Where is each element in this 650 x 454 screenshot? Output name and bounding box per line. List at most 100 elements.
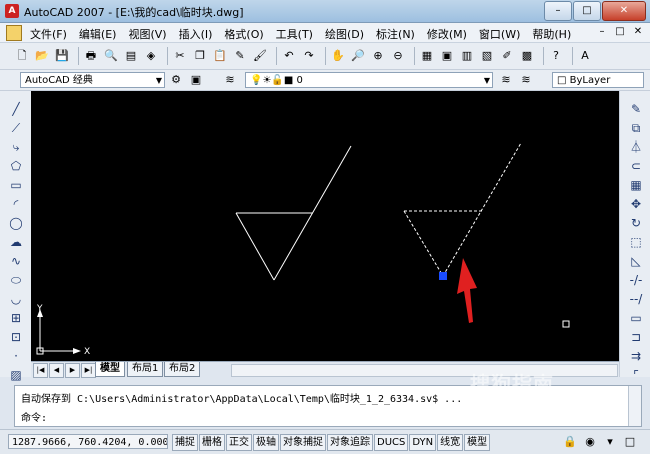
insert-block-icon[interactable]: ⊞ [8,310,24,326]
maximize-button[interactable]: □ [573,1,601,21]
layer-previous-icon[interactable]: ≋ [518,72,534,88]
scale-icon[interactable]: ⬚ [628,234,644,250]
toolpalettes-icon[interactable]: ▥ [459,48,475,64]
next-tab-button[interactable]: ▶ [65,363,80,378]
zoom-previous-icon[interactable]: ⊖ [390,48,406,64]
clean-screen-icon[interactable]: □ [622,434,638,450]
copy-object-icon[interactable]: ⧉ [628,120,644,136]
new-icon[interactable]: 🗋 [14,48,30,64]
spline-icon[interactable]: ∿ [8,253,24,269]
doc-close-button[interactable]: ✕ [630,25,646,39]
menu-window[interactable]: 窗口(W) [473,26,526,42]
menu-draw[interactable]: 绘图(D) [319,26,370,42]
paste-icon[interactable]: 📋 [212,48,228,64]
ellipse-arc-icon[interactable]: ◡ [8,291,24,307]
doc-restore-button[interactable]: □ [612,25,628,39]
grid-toggle[interactable]: 栅格 [199,434,225,451]
make-layer-current-icon[interactable]: ≋ [498,72,514,88]
selected-triangle-right[interactable] [442,142,522,277]
menu-modify[interactable]: 修改(M) [421,26,473,42]
ducs-toggle[interactable]: DUCS [374,434,409,451]
otrack-toggle[interactable]: 对象追踪 [327,434,373,451]
chamfer-icon[interactable]: ⇉ [628,348,644,364]
undo-icon[interactable]: ↶ [281,48,297,64]
circle-icon[interactable]: ◯ [8,215,24,231]
document-icon[interactable] [6,25,22,41]
tab-layout2[interactable]: 布局2 [164,362,201,377]
command-scrollbar[interactable] [628,386,641,426]
open-icon[interactable]: 📂 [34,48,50,64]
print-icon[interactable]: 🖶 [83,48,99,64]
fillet-icon[interactable]: ⌜ [628,367,644,383]
menu-insert[interactable]: 插入(I) [173,26,219,42]
prev-tab-button[interactable]: ◀ [49,363,64,378]
zoom-realtime-icon[interactable]: 🔎 [350,48,366,64]
menu-help[interactable]: 帮助(H) [526,26,577,42]
sheetset-icon[interactable]: ▧ [479,48,495,64]
preview-icon[interactable]: 🔍 [103,48,119,64]
cut-icon[interactable]: ✂ [172,48,188,64]
revcloud-icon[interactable]: ☁ [8,234,24,250]
communication-icon[interactable]: ◉ [582,434,598,450]
zoom-window-icon[interactable]: ⊕ [370,48,386,64]
lineweight-toggle[interactable]: 线宽 [437,434,464,451]
coordinates-readout[interactable]: 1287.9666, 760.4204, 0.0000 [8,434,168,449]
hatch-icon[interactable]: ▨ [8,367,24,383]
match-icon[interactable]: 🖌 [252,48,268,64]
ortho-toggle[interactable]: 正交 [226,434,252,451]
arc-icon[interactable]: ◜ [8,196,24,212]
menu-dimension[interactable]: 标注(N) [370,26,421,42]
horizontal-scrollbar[interactable] [231,364,618,377]
dyn-toggle[interactable]: DYN [409,434,437,451]
break-icon[interactable]: ▭ [628,310,644,326]
brush-icon[interactable]: ✎ [232,48,248,64]
layer-select[interactable]: 💡☀🔓■ 0 ▼ [245,72,493,88]
command-prompt[interactable]: 命令: [21,409,47,424]
extend-icon[interactable]: --/ [628,291,644,307]
workspace-select[interactable]: AutoCAD 经典 ▼ [20,72,165,88]
properties-icon[interactable]: ▦ [419,48,435,64]
make-block-icon[interactable]: ⊡ [8,329,24,345]
line-icon[interactable]: ╱ [8,101,24,117]
model-toggle[interactable]: 模型 [464,434,491,451]
rectangle-icon[interactable]: ▭ [8,177,24,193]
close-button[interactable]: ✕ [602,1,646,21]
tab-layout1[interactable]: 布局1 [127,362,164,377]
autocad-app-icon[interactable]: A [5,4,19,18]
stretch-icon[interactable]: ◺ [628,253,644,269]
publish-icon[interactable]: ▤ [123,48,139,64]
snap-toggle[interactable]: 捕捉 [172,434,198,451]
ray-icon[interactable]: ⟋ [8,120,24,136]
drawing-canvas[interactable]: Y X [31,91,619,361]
layer-manager-icon[interactable]: ≋ [222,72,238,88]
save-icon[interactable]: 💾 [54,48,70,64]
designcenter-icon[interactable]: ▣ [439,48,455,64]
tab-model[interactable]: 模型 [95,362,125,377]
text-style-icon[interactable]: A [577,48,593,64]
polygon-icon[interactable]: ⬠ [8,158,24,174]
tray-menu-icon[interactable]: ▾ [602,434,618,450]
lock-icon[interactable]: 🔒 [562,434,578,450]
triangle-left-edge[interactable] [235,212,275,281]
last-tab-button[interactable]: ▶| [81,363,96,378]
plot-icon[interactable]: ◈ [143,48,159,64]
markup-icon[interactable]: ✐ [499,48,515,64]
point-icon[interactable]: · [8,348,24,364]
workspace-settings-icon[interactable]: ⚙ [168,72,184,88]
array-icon[interactable]: ▦ [628,177,644,193]
first-tab-button[interactable]: |◀ [33,363,48,378]
offset-icon[interactable]: ⊂ [628,158,644,174]
doc-minimize-button[interactable]: – [594,25,610,39]
copy-icon[interactable]: ❐ [192,48,208,64]
osnap-toggle[interactable]: 对象捕捉 [280,434,326,451]
ellipse-icon[interactable]: ⬭ [8,272,24,288]
rotate-icon[interactable]: ↻ [628,215,644,231]
minimize-button[interactable]: – [544,1,572,21]
menu-file[interactable]: 文件(F) [24,26,73,42]
selected-triangle-left[interactable] [403,210,444,277]
color-select[interactable]: □ ByLayer [552,72,644,88]
move-icon[interactable]: ✥ [628,196,644,212]
mirror-icon[interactable]: ⏃ [628,139,644,155]
polyline-icon[interactable]: ⤷ [8,139,24,155]
help-icon[interactable]: ? [548,48,564,64]
